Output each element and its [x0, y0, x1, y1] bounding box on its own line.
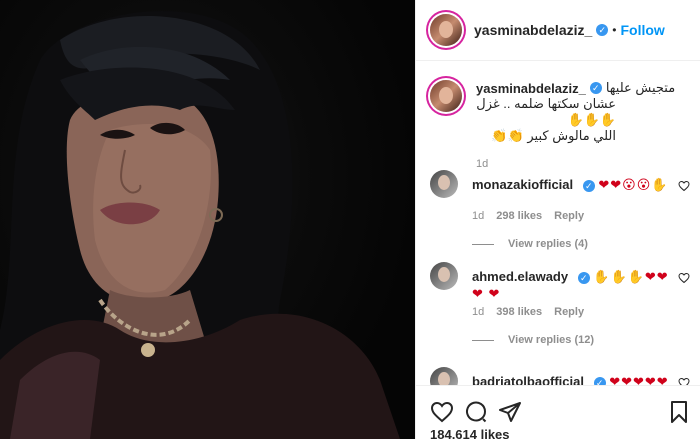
commenter-username[interactable]: badriatolbaofficial: [472, 374, 584, 385]
verified-badge-icon: ✓: [582, 179, 595, 192]
verified-badge-icon: ✓: [596, 24, 609, 36]
verified-badge-icon: ✓: [593, 376, 606, 385]
share-icon[interactable]: [498, 400, 522, 424]
comment-likes[interactable]: 298 likes: [496, 210, 542, 222]
comment-icon[interactable]: [464, 400, 488, 424]
view-replies-button[interactable]: View replies (12): [472, 334, 594, 346]
separator-dot: •: [612, 23, 617, 37]
comment-timestamp: 1d: [472, 210, 485, 222]
commenter-avatar[interactable]: [430, 262, 458, 290]
commenter-username[interactable]: ahmed.elawady: [472, 269, 568, 284]
commenter-avatar[interactable]: [430, 367, 458, 385]
comment-text: ahmed.elawady ✓ ✋✋✋❤❤❤ ❤: [472, 268, 672, 302]
caption-author-avatar[interactable]: [430, 80, 462, 112]
comment-meta: 1d 398 likes Reply: [472, 306, 584, 318]
comment-body: ❤❤❤❤❤: [609, 374, 669, 385]
comment-text: badriatolbaofficial ✓ ❤❤❤❤❤: [472, 373, 672, 385]
comment-timestamp: 1d: [472, 306, 485, 318]
view-replies-button[interactable]: View replies (4): [472, 238, 588, 250]
portrait-image: [0, 11, 400, 439]
comments-list[interactable]: yasminabdelaziz_ ✓ متجيش عليها عشان سكته…: [416, 62, 700, 385]
reply-button[interactable]: Reply: [554, 306, 584, 318]
caption-author-username[interactable]: yasminabdelaziz_: [476, 81, 586, 96]
follow-button[interactable]: Follow: [620, 22, 664, 38]
replies-divider: [472, 339, 494, 341]
caption-line-2: عشان سكتها ضلمه .. غزل ✋✋✋: [476, 96, 616, 127]
caption-line-3: اللي مالوش كبير 👏👏: [491, 128, 616, 143]
view-replies-label: View replies (4): [508, 238, 588, 250]
post-header: yasminabdelaziz_ ✓ • Follow: [416, 0, 700, 61]
comment-text: monazakiofficial ✓ ❤❤😮😮✋: [472, 176, 672, 193]
verified-badge-icon: ✓: [589, 82, 602, 94]
author-username[interactable]: yasminabdelaziz_: [474, 22, 592, 38]
verified-badge-icon: ✓: [577, 271, 590, 284]
comment-likes[interactable]: 398 likes: [496, 306, 542, 318]
comment-like-heart-icon[interactable]: [678, 180, 690, 192]
comment-like-heart-icon[interactable]: [678, 377, 690, 385]
replies-divider: [472, 243, 494, 245]
post-side-panel: yasminabdelaziz_ ✓ • Follow yasminabdela…: [415, 0, 700, 439]
author-name-row: yasminabdelaziz_ ✓ • Follow: [474, 22, 665, 38]
caption-timestamp: 1d: [476, 158, 489, 170]
comment-like-heart-icon[interactable]: [678, 272, 690, 284]
post-likes-count[interactable]: 184,614 likes: [430, 427, 510, 439]
author-avatar[interactable]: [430, 14, 462, 46]
comment-body: ❤❤😮😮✋: [598, 177, 669, 192]
reply-button[interactable]: Reply: [554, 210, 584, 222]
heart-icon[interactable]: [430, 400, 454, 424]
caption-line-1: متجيش عليها: [605, 80, 676, 95]
view-replies-label: View replies (12): [508, 334, 595, 346]
comment-meta: 1d 298 likes Reply: [472, 210, 584, 222]
commenter-avatar[interactable]: [430, 170, 458, 198]
post-photo[interactable]: [0, 0, 415, 439]
commenter-username[interactable]: monazakiofficial: [472, 177, 573, 192]
bookmark-icon[interactable]: [667, 400, 691, 424]
